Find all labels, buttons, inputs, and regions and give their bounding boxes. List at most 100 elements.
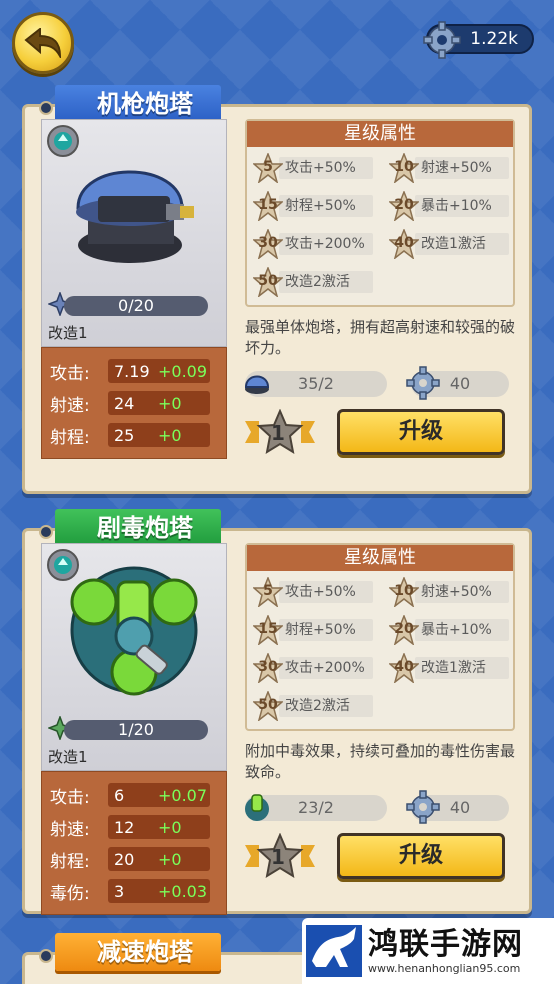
attr-text: 改造1激活: [415, 657, 509, 679]
blueprint-count-value: 23/2: [298, 798, 334, 817]
stat-bonus: +0.03: [158, 881, 208, 901]
star-number: 15: [258, 621, 278, 637]
tower-left-panel: 0/20 改造1 攻击: 7.19 +0.09 射速: 24 +0 射程: 25 +0: [41, 119, 227, 459]
star-attributes-title: 星级属性: [247, 121, 513, 147]
stat-label: 攻击:: [50, 787, 90, 808]
poison-tower-icon: [70, 566, 198, 696]
stat-row-range: 射程: 25 +0: [50, 422, 218, 448]
watermark: 鸿联手游网 www.henanhonglian95.com: [302, 918, 554, 984]
attr-item: 50 改造2激活: [252, 689, 383, 722]
star-icon: 30: [252, 227, 284, 260]
stat-base: 25: [114, 425, 135, 445]
upgrade-progress: 0/20: [64, 296, 208, 316]
stat-label: 射程:: [50, 851, 90, 872]
attr-item: 5 攻击+50%: [252, 575, 383, 608]
star-number: 10: [394, 159, 414, 175]
card-title: 剧毒炮塔: [55, 509, 221, 547]
star-icon: 5: [252, 575, 284, 608]
tag-hole: [39, 949, 53, 963]
star-attributes-title: 星级属性: [247, 545, 513, 571]
level-star-icon: 1: [245, 408, 315, 455]
stat-base: 20: [114, 849, 135, 869]
stat-value: 20 +0: [108, 847, 210, 871]
star-icon: 40: [388, 651, 420, 684]
upgrade-button[interactable]: 升级: [337, 409, 505, 455]
attr-item: 30 攻击+200%: [252, 651, 383, 684]
star-icon: 40: [388, 227, 420, 260]
star-attributes: 星级属性 5 攻击+50% 10 射速+50% 15 射程+50% 20 暴击+10% …: [245, 119, 515, 307]
stat-label: 攻击:: [50, 363, 90, 384]
attr-item: 5 攻击+50%: [252, 151, 383, 184]
star-icon: 15: [252, 189, 284, 222]
star-icon: 5: [252, 151, 284, 184]
attr-text: 暴击+10%: [415, 195, 509, 217]
tower-part-icon: [239, 365, 275, 401]
tower-description: 最强单体炮塔，拥有超高射速和较强的破坏力。: [245, 318, 516, 357]
gear-cost: 40: [406, 790, 509, 824]
action-row: 1 升级: [245, 408, 515, 455]
stat-value: 25 +0: [108, 423, 210, 447]
attr-item: 30 攻击+200%: [252, 227, 383, 260]
resource-row: 23/2 40: [245, 790, 515, 824]
tower-image-box: 1/20 改造1: [41, 543, 227, 771]
card-title: 机枪炮塔: [55, 85, 221, 123]
attr-text: 改造2激活: [279, 271, 373, 293]
star-number: 40: [394, 235, 414, 251]
star-number: 20: [394, 621, 414, 637]
mod-label: 改造1: [48, 324, 88, 342]
mod-label: 改造1: [48, 748, 88, 766]
gear-icon: [405, 365, 441, 401]
watermark-text: 鸿联手游网 www.henanhonglian95.com: [368, 927, 523, 975]
stat-label: 毒伤:: [50, 883, 90, 904]
stat-bonus: +0.09: [158, 361, 208, 381]
currency-value: 1.22k: [470, 29, 518, 49]
attr-text: 射速+50%: [415, 581, 509, 603]
tag-hole: [39, 525, 53, 539]
back-arrow-icon: [24, 28, 62, 58]
tag-hole: [39, 101, 53, 115]
upgrade-button[interactable]: 升级: [337, 833, 505, 879]
tower-part-icon: [239, 789, 275, 825]
machine-gun-tower-icon: [76, 170, 194, 263]
stat-bonus: +0.07: [158, 785, 208, 805]
attr-item: 10 射速+50%: [388, 575, 519, 608]
attr-text: 攻击+50%: [279, 581, 373, 603]
star-icon: 30: [252, 651, 284, 684]
stat-bonus: +0: [158, 817, 182, 837]
attr-item: 20 暴击+10%: [388, 189, 519, 222]
stats-panel: 攻击: 7.19 +0.09 射速: 24 +0 射程: 25 +0: [41, 347, 227, 459]
stat-row-range: 射程: 20 +0: [50, 846, 218, 872]
star-number: 50: [258, 273, 278, 289]
star-attributes-grid: 5 攻击+50% 10 射速+50% 15 射程+50% 20 暴击+10% 30 攻击+…: [247, 571, 513, 729]
stat-row-attack: 攻击: 7.19 +0.09: [50, 358, 218, 384]
star-icon: 15: [252, 613, 284, 646]
attr-text: 攻击+200%: [279, 657, 373, 679]
attr-text: 暴击+10%: [415, 619, 509, 641]
stat-label: 射程:: [50, 427, 90, 448]
attr-item: 20 暴击+10%: [388, 613, 519, 646]
star-icon: 50: [252, 265, 284, 298]
stat-base: 12: [114, 817, 135, 837]
level-value: 1: [271, 845, 285, 869]
star-number: 5: [263, 583, 273, 599]
attr-item: 50 改造2激活: [252, 265, 383, 298]
gear-icon: [405, 789, 441, 825]
attr-text: 射程+50%: [279, 619, 373, 641]
attr-text: 射速+50%: [415, 157, 509, 179]
stat-row-attack: 攻击: 6 +0.07: [50, 782, 218, 808]
stat-base: 3: [114, 881, 125, 901]
tower-card-machine-gun: 机枪炮塔 0/20 改造1 攻击: 7.19 +0.09 射速: 24 +0 射…: [22, 85, 532, 494]
tower-left-panel: 1/20 改造1 攻击: 6 +0.07 射速: 12 +0 射程: 20 +0 毒伤…: [41, 543, 227, 915]
stat-value: 3 +0.03: [108, 879, 210, 903]
gear-cost: 40: [406, 366, 509, 400]
tower-right-panel: 星级属性 5 攻击+50% 10 射速+50% 15 射程+50% 20 暴击+10% …: [244, 119, 516, 455]
tower-right-panel: 星级属性 5 攻击+50% 10 射速+50% 15 射程+50% 20 暴击+10% …: [245, 543, 515, 879]
blueprint-count-value: 35/2: [298, 374, 334, 393]
back-button[interactable]: [12, 12, 74, 74]
star-number: 30: [258, 659, 278, 675]
stat-row-speed: 射速: 12 +0: [50, 814, 218, 840]
attr-text: 改造2激活: [279, 695, 373, 717]
stat-label: 射速:: [50, 819, 90, 840]
star-number: 5: [263, 159, 273, 175]
attr-text: 攻击+50%: [279, 157, 373, 179]
